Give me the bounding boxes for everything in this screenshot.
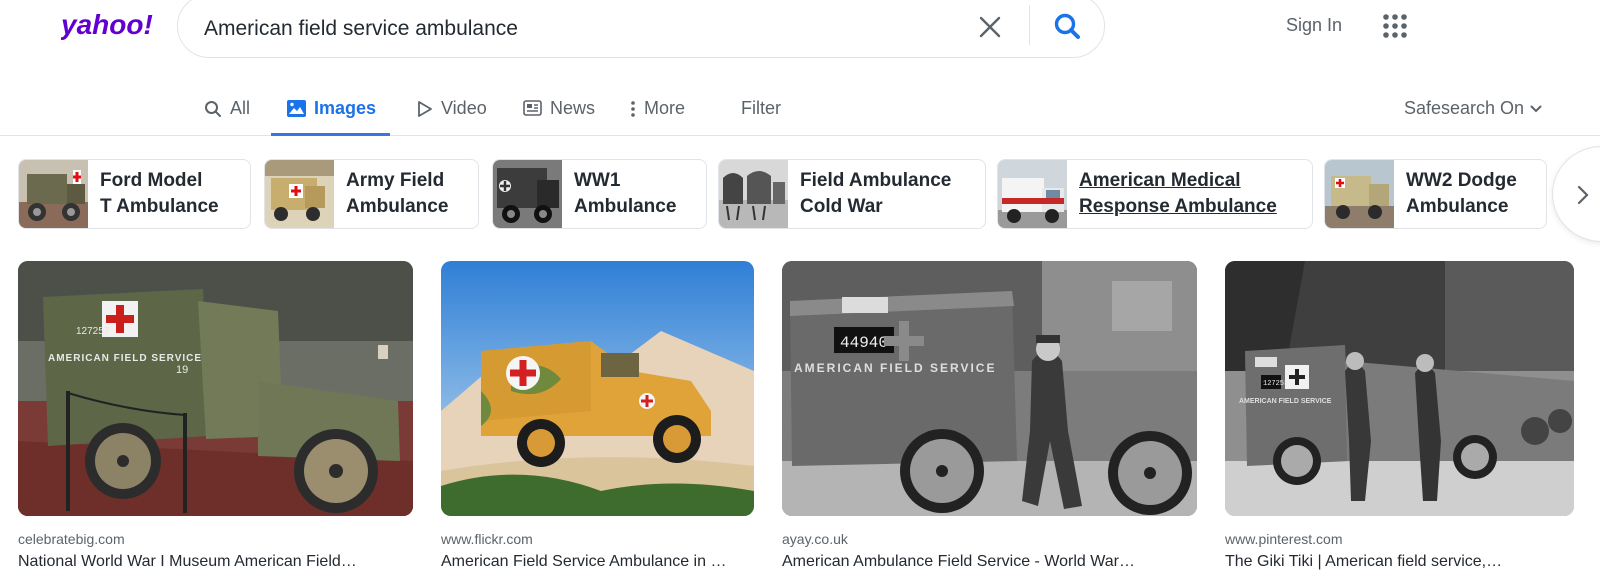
result-title[interactable]: The Giki Tiki | American field service,… [1225, 553, 1502, 571]
image-caption-text: 44940 [840, 334, 888, 352]
search-icon[interactable] [1050, 9, 1086, 45]
tab-video[interactable]: Video [417, 86, 487, 136]
search-icon [205, 101, 221, 117]
image-caption-text: AMERICAN FIELD SERVICE [48, 353, 202, 364]
result-domain: www.flickr.com [441, 531, 533, 547]
related-search-pill[interactable]: Army Field Ambulance [264, 159, 479, 229]
search-divider [1029, 5, 1030, 45]
chevron-right-icon [1577, 185, 1589, 205]
result-domain: ayay.co.uk [782, 531, 848, 547]
image-caption-text: AMERICAN FIELD SERVICE [1239, 398, 1332, 405]
tab-label: News [550, 98, 596, 118]
more-vertical-icon [631, 101, 635, 117]
image-icon [287, 100, 306, 117]
related-search-pill[interactable]: Ford Model T Ambulance [18, 159, 251, 229]
related-search-pill[interactable]: Field Ambulance Cold War [718, 159, 986, 229]
result-image[interactable]: 127257 AMERICAN FIELD SERVICE 19 [18, 261, 413, 516]
tab-label: More [644, 98, 686, 118]
related-label: Field Ambulance Cold War [800, 170, 952, 217]
safesearch-label: Safesearch On [1404, 98, 1525, 118]
play-icon [418, 101, 432, 117]
related-thumbnail [19, 160, 88, 228]
related-label: Army Field Ambulance [346, 170, 449, 217]
image-result[interactable]: 127257 AMERICAN FIELD SERVICE 19 celebra… [18, 261, 413, 570]
tab-news[interactable]: News [523, 86, 595, 136]
tab-label: Images [314, 98, 377, 118]
related-thumbnail [265, 160, 334, 228]
vertical-tabs: All Images Video News More Filter Safese… [0, 86, 1600, 136]
related-search-pill[interactable]: WW1 Ambulance [492, 159, 707, 229]
filter-label: Filter [741, 98, 781, 118]
related-search-pill[interactable]: WW2 Dodge Ambulance [1324, 159, 1547, 229]
image-result[interactable]: 44940 AMERICAN FIELD SERVICE ayay.co.uk … [782, 261, 1197, 570]
result-domain: www.pinterest.com [1225, 531, 1343, 547]
image-caption-text: 19 [176, 364, 188, 376]
apps-grid-icon[interactable] [1382, 13, 1408, 39]
yahoo-logo[interactable]: yahoo! [61, 8, 161, 42]
tab-more[interactable]: More [630, 86, 685, 136]
related-thumbnail [493, 160, 562, 228]
result-domain: celebratebig.com [18, 531, 125, 547]
safesearch-dropdown[interactable]: Safesearch On [1404, 98, 1542, 119]
chevron-down-icon [1530, 105, 1542, 112]
sign-in-link[interactable]: Sign In [1286, 15, 1342, 36]
related-search-pill[interactable]: American Medical Response Ambulance [997, 159, 1313, 229]
image-caption-text: AMERICAN FIELD SERVICE [794, 361, 996, 375]
yahoo-logo-text: yahoo! [61, 9, 153, 40]
related-thumbnail [998, 160, 1067, 228]
related-label: American Medical Response Ambulance [1079, 170, 1277, 217]
related-label: WW2 Dodge Ambulance [1406, 170, 1517, 217]
related-thumbnail [1325, 160, 1394, 228]
related-label: WW1 Ambulance [574, 170, 677, 217]
image-result[interactable]: 127253 AMERICAN FIELD SERVICE www.pinter… [1225, 261, 1574, 570]
tab-label: Video [441, 98, 487, 118]
related-label: Ford Model T Ambulance [100, 170, 219, 217]
image-result[interactable]: www.flickr.com American Field Service Am… [441, 261, 754, 570]
tab-label: All [230, 98, 251, 118]
result-image[interactable]: 127253 AMERICAN FIELD SERVICE [1225, 261, 1574, 516]
clear-icon[interactable] [974, 11, 1006, 43]
image-caption-text: 127253 [1263, 380, 1288, 388]
result-title[interactable]: American Field Service Ambulance in … [441, 553, 726, 571]
result-image[interactable] [441, 261, 754, 516]
related-next-button[interactable] [1552, 146, 1600, 242]
result-title[interactable]: National World War I Museum American Fie… [18, 553, 357, 571]
image-caption-text: 127257 [76, 326, 110, 337]
filter-button[interactable]: Filter [741, 86, 781, 136]
related-thumbnail [719, 160, 788, 228]
news-icon [523, 100, 542, 116]
result-image[interactable]: 44940 AMERICAN FIELD SERVICE [782, 261, 1197, 516]
result-title[interactable]: American Ambulance Field Service - World… [782, 553, 1135, 571]
tab-images[interactable]: Images [271, 86, 391, 136]
search-box [177, 0, 1105, 58]
tab-all[interactable]: All [204, 86, 250, 136]
search-input[interactable] [204, 15, 924, 43]
